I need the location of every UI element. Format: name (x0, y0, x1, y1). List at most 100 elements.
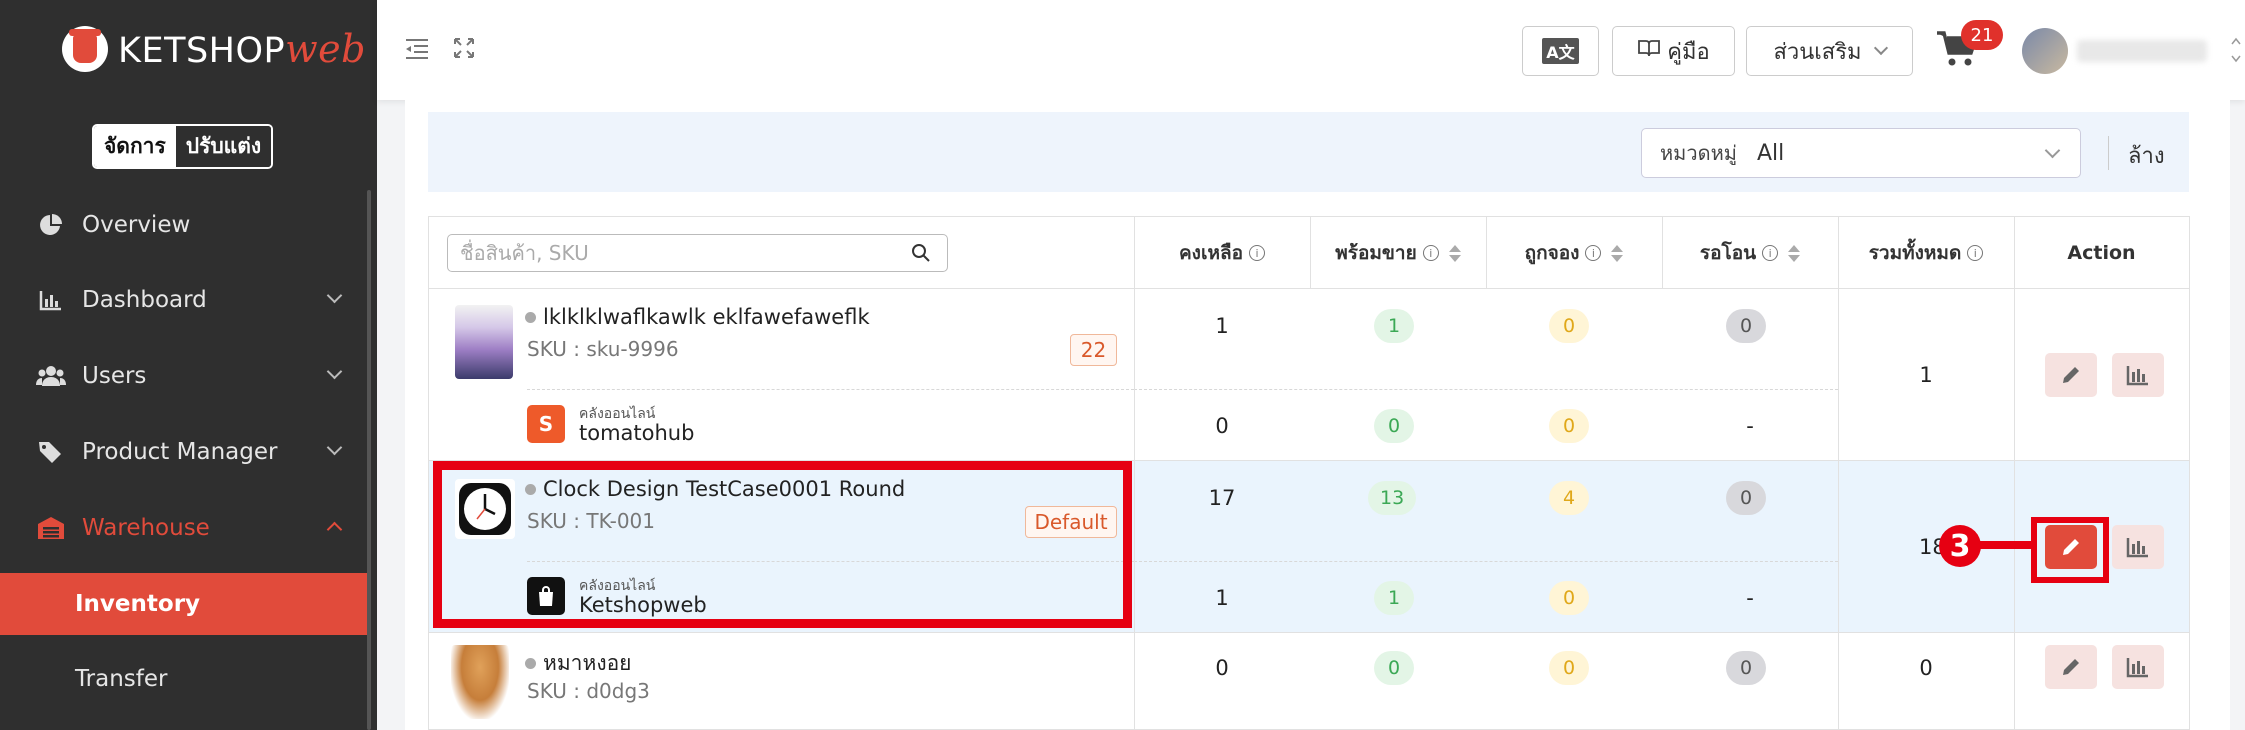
info-icon[interactable]: i (1422, 245, 1439, 261)
mode-manage-button[interactable]: จัดการ (94, 126, 176, 167)
store-available-pill: 1 (1374, 581, 1414, 615)
topbar: A文 คู่มือ ส่วนเสริม 21 (377, 0, 2245, 100)
header-pending[interactable]: รอโอน i (1662, 217, 1838, 289)
category-label: หมวดหมู่ (1660, 141, 1737, 165)
pie-chart-icon (36, 212, 66, 238)
logo-badge-icon (62, 26, 108, 72)
divider (1134, 217, 1135, 730)
manual-button[interactable]: คู่มือ (1612, 26, 1735, 76)
manual-label: คู่มือ (1667, 39, 1710, 65)
header-total: รวมทั้งหมด i (1838, 217, 2014, 289)
edit-button[interactable] (2045, 645, 2097, 689)
sidebar-subitem-inventory[interactable]: Inventory (0, 573, 370, 635)
pencil-icon (2063, 367, 2079, 383)
divider (1310, 217, 1311, 289)
header-available[interactable]: พร้อมขาย i (1310, 217, 1486, 289)
info-icon[interactable]: i (1249, 245, 1266, 261)
brand-name: KETSHOPweb (118, 27, 366, 71)
sidebar-item-users[interactable]: Users (0, 341, 370, 411)
divider (1134, 389, 1838, 390)
divider (1662, 217, 1663, 289)
sidebar-item-overview[interactable]: Overview (0, 190, 370, 260)
sidebar-item-label: Product Manager (82, 439, 278, 465)
info-icon[interactable]: i (1967, 245, 1984, 261)
sort-icon[interactable] (1788, 244, 1801, 262)
sidebar-item-label: Warehouse (82, 515, 210, 541)
product-thumbnail[interactable] (451, 645, 509, 719)
chevron-up-icon (326, 521, 343, 538)
sidebar-item-product-manager[interactable]: Product Manager (0, 417, 370, 487)
reserved-pill: 4 (1549, 481, 1589, 515)
status-dot (525, 658, 536, 669)
tag-icon (36, 439, 66, 465)
avatar[interactable] (2022, 28, 2068, 74)
mode-customize-button[interactable]: ปรับแต่ง (175, 126, 272, 167)
available-pill: 13 (1368, 481, 1417, 515)
addons-dropdown[interactable]: ส่วนเสริม (1746, 26, 1913, 76)
chevron-down-icon (326, 439, 343, 456)
stats-button[interactable] (2112, 525, 2164, 569)
reserved-pill: 0 (1549, 309, 1589, 343)
sidebar-item-label: Overview (82, 212, 191, 238)
bar-chart-icon (36, 287, 66, 313)
step-number-badge: 3 (1939, 525, 1981, 567)
available-pill: 1 (1374, 309, 1414, 343)
store-available-pill: 0 (1374, 409, 1414, 443)
remaining-value: 1 (1215, 314, 1229, 338)
sidebar-item-warehouse[interactable]: Warehouse (0, 493, 370, 563)
clear-filter-button[interactable]: ล้าง (2128, 138, 2165, 173)
shopee-store-icon: S (527, 405, 565, 443)
info-icon[interactable]: i (1762, 245, 1779, 261)
info-icon[interactable]: i (1585, 245, 1602, 261)
sort-icon[interactable] (1448, 244, 1461, 262)
fullscreen-icon[interactable] (452, 36, 478, 62)
available-pill: 0 (1374, 651, 1414, 685)
edit-button[interactable] (2045, 353, 2097, 397)
product-thumbnail[interactable] (455, 305, 513, 379)
product-search-input[interactable]: ชื่อสินค้า, SKU (447, 234, 948, 272)
divider (527, 389, 1134, 390)
username-redacted[interactable] (2077, 40, 2207, 62)
stats-button[interactable] (2112, 353, 2164, 397)
category-select[interactable]: หมวดหมู่ All (1641, 128, 2081, 178)
product-name[interactable]: หมาหงอย (525, 647, 632, 680)
product-sku: SKU : sku-9996 (527, 337, 679, 361)
category-value: All (1756, 140, 1785, 166)
sidebar: KETSHOPweb จัดการ ปรับแต่ง Overview Dash… (0, 0, 377, 730)
translate-button[interactable]: A文 (1522, 26, 1599, 76)
count-badge: 22 (1070, 334, 1117, 366)
book-icon (1637, 38, 1661, 64)
store-reserved-pill: 0 (1549, 581, 1589, 615)
pencil-icon (2063, 659, 2079, 675)
sidebar-item-label: Users (82, 363, 147, 389)
table-row: lklklklwaflkawlk eklfawefaweflk SKU : sk… (429, 289, 2189, 460)
search-icon[interactable] (911, 243, 931, 263)
table-row: หมาหงอย SKU : d0dg3 0 0 0 0 0 (429, 633, 2189, 730)
total-value: 1 (1919, 362, 1933, 387)
stats-button[interactable] (2112, 645, 2164, 689)
sidebar-subitem-transfer[interactable]: Transfer (0, 648, 370, 710)
reserved-pill: 0 (1549, 651, 1589, 685)
header-remaining: คงเหลือ i (1134, 217, 1310, 289)
cart-count-badge: 21 (1961, 20, 2003, 50)
chevron-down-icon (1873, 40, 1888, 56)
chevron-up-down-icon (2231, 34, 2241, 66)
highlight-edit-button (2031, 517, 2109, 583)
table-header: ชื่อสินค้า, SKU คงเหลือ i พร้อมขาย i ถูกจอ… (429, 217, 2189, 289)
pending-pill: 0 (1726, 481, 1766, 515)
collapse-menu-icon[interactable] (404, 36, 430, 62)
highlight-box (433, 461, 1132, 628)
sort-icon[interactable] (1611, 244, 1624, 262)
pending-pill: 0 (1726, 309, 1766, 343)
chevron-down-icon (326, 287, 343, 304)
product-name[interactable]: lklklklwaflkawlk eklfawefaweflk (525, 305, 870, 329)
step-connector (1978, 541, 2034, 549)
bar-chart-icon (2126, 538, 2148, 558)
sidebar-item-dashboard[interactable]: Dashboard (0, 265, 370, 335)
brand-logo[interactable]: KETSHOPweb (62, 26, 366, 72)
mode-toggle: จัดการ ปรับแต่ง (92, 124, 274, 169)
store-name: tomatohub (579, 421, 695, 445)
search-placeholder: ชื่อสินค้า, SKU (460, 241, 589, 265)
header-reserved[interactable]: ถูกจอง i (1486, 217, 1662, 289)
sidebar-scrollbar[interactable] (367, 190, 371, 730)
